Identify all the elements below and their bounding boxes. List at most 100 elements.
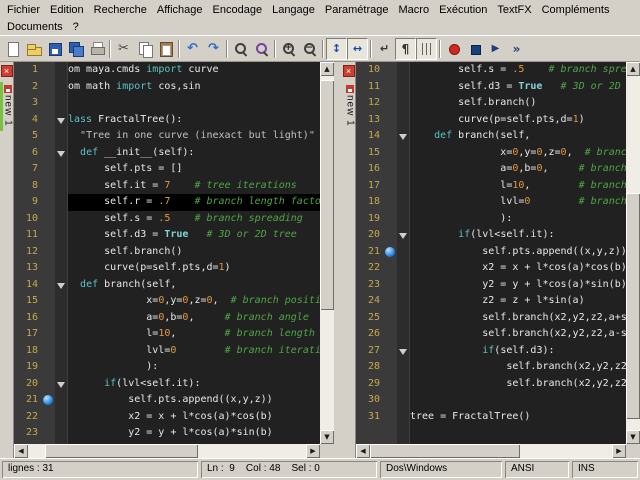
macro-stop-button[interactable] <box>464 38 485 60</box>
fold-margin[interactable] <box>55 79 68 96</box>
fold-margin[interactable] <box>55 95 68 112</box>
fold-margin[interactable] <box>55 112 68 129</box>
code-line[interactable]: 12 self.branch() <box>356 95 626 112</box>
bookmark-margin[interactable] <box>42 178 55 195</box>
bookmark-margin[interactable] <box>42 392 55 409</box>
vscroll-track[interactable] <box>626 76 640 430</box>
menu-help[interactable]: ? <box>68 20 84 34</box>
sync-scroll-vertical-button[interactable]: ↕ <box>326 38 347 60</box>
fold-margin[interactable] <box>55 277 68 294</box>
fold-margin[interactable] <box>397 128 410 145</box>
fold-margin[interactable] <box>397 409 410 426</box>
fold-margin[interactable] <box>55 62 68 79</box>
menu-affichage[interactable]: Affichage <box>152 3 208 17</box>
code-line[interactable]: 31tree = FractalTree() <box>356 409 626 426</box>
undo-button[interactable]: ↶ <box>182 38 203 60</box>
code-line[interactable]: 24 z2 = z + l*sin(a) <box>356 293 626 310</box>
scroll-up-button[interactable]: ▲ <box>320 62 334 76</box>
bookmark-margin[interactable] <box>42 161 55 178</box>
fold-open-icon[interactable] <box>57 283 65 289</box>
bookmark-margin[interactable] <box>384 376 397 393</box>
horizontal-scrollbar[interactable]: ◀ ▶ <box>356 444 626 458</box>
paste-button[interactable] <box>155 38 176 60</box>
status-insert-mode[interactable]: INS <box>572 461 638 478</box>
sync-scroll-horizontal-button[interactable]: ↔ <box>347 38 368 60</box>
fold-margin[interactable] <box>55 244 68 261</box>
fold-open-icon[interactable] <box>399 349 407 355</box>
bookmark-margin[interactable] <box>384 211 397 228</box>
fold-margin[interactable] <box>55 359 68 376</box>
bookmark-margin[interactable] <box>42 211 55 228</box>
fold-open-icon[interactable] <box>57 118 65 124</box>
find-button[interactable] <box>230 38 251 60</box>
code-line[interactable]: 23 y2 = y + l*cos(a)*sin(b) <box>356 277 626 294</box>
code-line[interactable]: 17 l=10, # branch length <box>14 326 320 343</box>
fold-margin[interactable] <box>55 227 68 244</box>
fold-margin[interactable] <box>397 359 410 376</box>
menu-edition[interactable]: Edition <box>45 3 89 17</box>
fold-margin[interactable] <box>397 211 410 228</box>
bookmark-margin[interactable] <box>384 359 397 376</box>
fold-margin[interactable] <box>397 161 410 178</box>
fold-margin[interactable] <box>55 178 68 195</box>
fold-margin[interactable] <box>397 343 410 360</box>
code-line[interactable]: 11 self.d3 = True # 3D or 2D tree <box>14 227 320 244</box>
bookmark-margin[interactable] <box>42 128 55 145</box>
bookmark-margin[interactable] <box>384 79 397 96</box>
bookmark-margin[interactable] <box>42 260 55 277</box>
fold-margin[interactable] <box>55 425 68 442</box>
zoom-out-button[interactable] <box>299 38 320 60</box>
fold-margin[interactable] <box>55 376 68 393</box>
fold-margin[interactable] <box>397 277 410 294</box>
bookmark-margin[interactable] <box>384 95 397 112</box>
fold-margin[interactable] <box>397 95 410 112</box>
menu-compl-ments[interactable]: Compléments <box>537 3 615 17</box>
fold-margin[interactable] <box>397 178 410 195</box>
scroll-down-button[interactable]: ▼ <box>320 430 334 444</box>
tab-new-1[interactable]: new 1 <box>342 82 355 131</box>
fold-margin[interactable] <box>55 326 68 343</box>
code-line[interactable]: 15 x=0,y=0,z=0, # branch position <box>14 293 320 310</box>
code-line[interactable]: 21 self.pts.append((x,y,z)) <box>14 392 320 409</box>
code-line[interactable]: 7 self.pts = [] <box>14 161 320 178</box>
vscroll-thumb[interactable] <box>626 193 640 420</box>
bookmark-margin[interactable] <box>42 79 55 96</box>
scroll-right-button[interactable]: ▶ <box>612 444 626 458</box>
bookmark-margin[interactable] <box>42 95 55 112</box>
fold-margin[interactable] <box>397 112 410 129</box>
replace-button[interactable] <box>251 38 272 60</box>
hscroll-thumb[interactable] <box>45 444 198 458</box>
show-all-characters-button[interactable]: ¶ <box>395 38 416 60</box>
fold-margin[interactable] <box>397 293 410 310</box>
code-line[interactable]: 25 self.branch(x2,y2,z2,a+s <box>356 310 626 327</box>
code-line[interactable]: 10 self.s = .5 # branch spreading <box>14 211 320 228</box>
bookmark-margin[interactable] <box>42 359 55 376</box>
fold-margin[interactable] <box>397 145 410 162</box>
fold-margin[interactable] <box>397 260 410 277</box>
bookmark-margin[interactable] <box>42 244 55 261</box>
bookmark-margin[interactable] <box>384 326 397 343</box>
code-editor[interactable]: 10 self.s = .5 # branch spreading11 self… <box>356 62 626 444</box>
save-file-button[interactable] <box>44 38 65 60</box>
code-line[interactable]: 14 def branch(self, <box>356 128 626 145</box>
vertical-scrollbar[interactable]: ▲ ▼ <box>320 62 334 458</box>
fold-margin[interactable] <box>397 326 410 343</box>
status-eol-format[interactable]: Dos\Windows <box>380 461 502 478</box>
fold-margin[interactable] <box>397 244 410 261</box>
bookmark-margin[interactable] <box>384 227 397 244</box>
word-wrap-button[interactable]: ↵ <box>374 38 395 60</box>
code-line[interactable]: 12 self.branch() <box>14 244 320 261</box>
fold-margin[interactable] <box>397 194 410 211</box>
fold-margin[interactable] <box>55 145 68 162</box>
code-line[interactable]: 22 x2 = x + l*cos(a)*cos(b) <box>14 409 320 426</box>
bookmark-margin[interactable] <box>384 194 397 211</box>
bookmark-margin[interactable] <box>384 161 397 178</box>
code-line[interactable]: 22 x2 = x + l*cos(a)*cos(b) <box>356 260 626 277</box>
fold-margin[interactable] <box>397 79 410 96</box>
macro-record-button[interactable] <box>443 38 464 60</box>
scroll-down-button[interactable]: ▼ <box>626 430 640 444</box>
fold-margin[interactable] <box>55 260 68 277</box>
bookmark-margin[interactable] <box>384 62 397 79</box>
menu-fichier[interactable]: Fichier <box>2 3 45 17</box>
bookmark-margin[interactable] <box>42 194 55 211</box>
